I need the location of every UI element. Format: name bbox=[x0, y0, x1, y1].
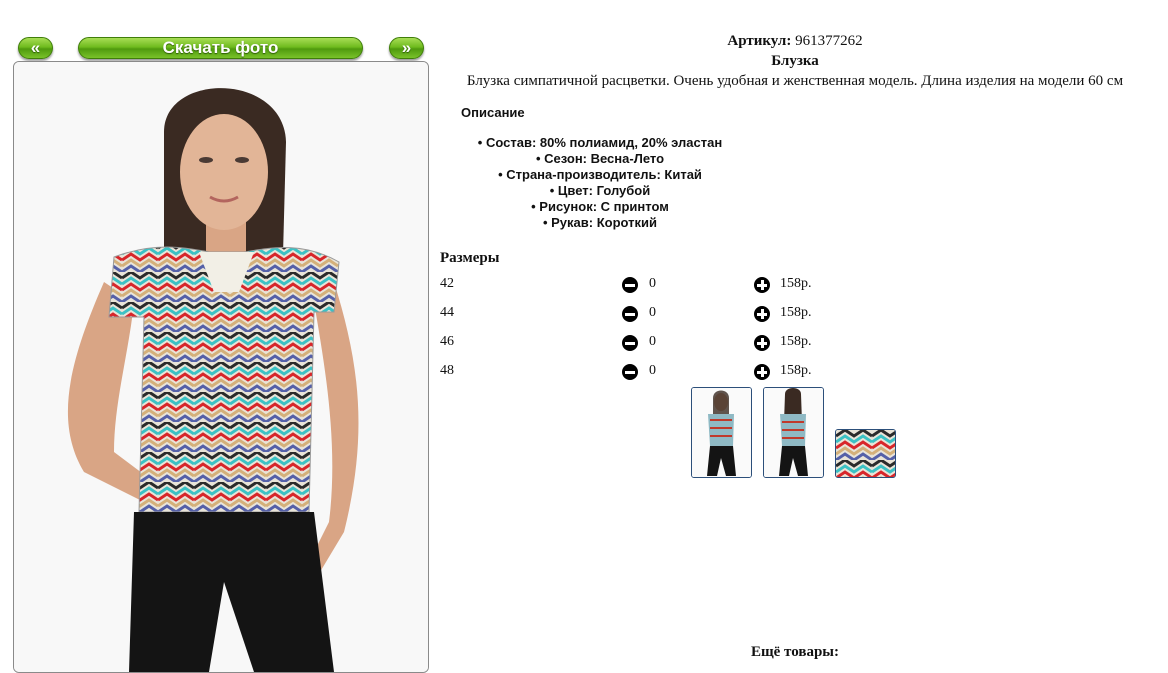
photo-thumbnail-fabric[interactable] bbox=[835, 429, 896, 478]
quantity-value: 0 bbox=[649, 334, 656, 349]
size-value: 42 bbox=[440, 276, 454, 291]
download-photo-button[interactable]: Скачать фото bbox=[78, 37, 363, 59]
thumbnail-image bbox=[836, 430, 895, 477]
article-line: Артикул: 961377262 bbox=[440, 33, 1150, 50]
plus-circle-icon[interactable] bbox=[754, 277, 770, 293]
size-row: 46 0 158р. bbox=[440, 334, 860, 354]
plus-circle-icon[interactable] bbox=[754, 306, 770, 322]
thumbnail-image bbox=[764, 388, 823, 477]
specs-heading: Описание bbox=[461, 105, 525, 120]
model-photo-illustration bbox=[14, 62, 428, 672]
size-row: 48 0 158р. bbox=[440, 363, 860, 383]
main-product-photo[interactable] bbox=[13, 61, 429, 673]
size-row: 42 0 158р. bbox=[440, 276, 860, 296]
spec-item: Страна-производитель: Китай bbox=[461, 167, 739, 183]
product-description: Блузка симпатичной расцветки. Очень удоб… bbox=[466, 73, 1124, 89]
price-value: 158р. bbox=[780, 363, 812, 378]
plus-circle-icon[interactable] bbox=[754, 364, 770, 380]
minus-circle-icon[interactable] bbox=[622, 306, 638, 322]
spec-item: Рисунок: С принтом bbox=[461, 199, 739, 215]
price-value: 158р. bbox=[780, 305, 812, 320]
photo-thumbnail-front[interactable] bbox=[691, 387, 752, 478]
minus-circle-icon[interactable] bbox=[622, 364, 638, 380]
plus-circle-icon[interactable] bbox=[754, 335, 770, 351]
quantity-value: 0 bbox=[649, 363, 656, 378]
more-products-heading: Ещё товары: bbox=[750, 644, 840, 660]
minus-circle-icon[interactable] bbox=[622, 277, 638, 293]
article-number: 961377262 bbox=[795, 33, 863, 49]
next-photo-button[interactable]: » bbox=[389, 37, 424, 59]
price-value: 158р. bbox=[780, 334, 812, 349]
specs-list: Состав: 80% полиамид, 20% эластан Сезон:… bbox=[461, 135, 739, 231]
photo-thumbnail-back[interactable] bbox=[763, 387, 824, 478]
price-value: 158р. bbox=[780, 276, 812, 291]
minus-circle-icon[interactable] bbox=[622, 335, 638, 351]
quantity-value: 0 bbox=[649, 305, 656, 320]
article-label: Артикул: bbox=[727, 33, 792, 49]
size-value: 46 bbox=[440, 334, 454, 349]
spec-item: Состав: 80% полиамид, 20% эластан bbox=[461, 135, 739, 151]
size-value: 48 bbox=[440, 363, 454, 378]
prev-photo-button[interactable]: « bbox=[18, 37, 53, 59]
product-title: Блузка bbox=[771, 53, 819, 69]
thumbnail-image bbox=[692, 388, 751, 477]
spec-item: Сезон: Весна-Лето bbox=[461, 151, 739, 167]
size-row: 44 0 158р. bbox=[440, 305, 860, 325]
quantity-value: 0 bbox=[649, 276, 656, 291]
spec-item: Рукав: Короткий bbox=[461, 215, 739, 231]
spec-item: Цвет: Голубой bbox=[461, 183, 739, 199]
sizes-heading: Размеры bbox=[440, 250, 500, 266]
size-value: 44 bbox=[440, 305, 454, 320]
